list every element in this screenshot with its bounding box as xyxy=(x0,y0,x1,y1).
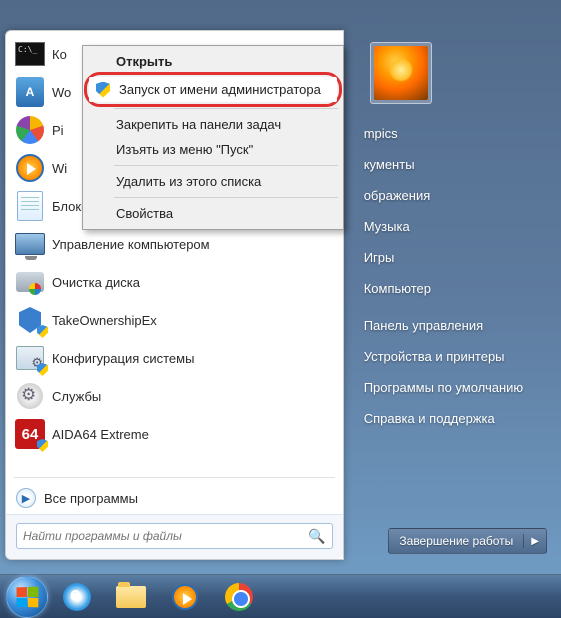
uac-shield-icon xyxy=(95,82,111,98)
uac-shield-icon xyxy=(37,363,48,376)
divider xyxy=(14,477,335,478)
right-item-documents[interactable]: кументы xyxy=(358,149,543,180)
aida64-icon: 64 xyxy=(14,418,46,450)
program-label: Wi xyxy=(52,161,67,176)
word-icon: A xyxy=(14,76,46,108)
media-player-icon xyxy=(14,152,46,184)
context-menu: Открыть Запуск от имени администратора З… xyxy=(82,45,344,230)
taskbar xyxy=(0,574,561,618)
all-programs-label: Все программы xyxy=(44,491,138,506)
context-separator xyxy=(114,165,338,166)
program-item-computer-management[interactable]: Управление компьютером xyxy=(8,225,341,263)
context-separator xyxy=(114,197,338,198)
chrome-icon xyxy=(225,583,253,611)
context-item-remove-from-start[interactable]: Изъять из меню "Пуск" xyxy=(86,137,340,162)
program-item-services[interactable]: Службы xyxy=(8,377,341,415)
context-label: Изъять из меню "Пуск" xyxy=(116,142,253,157)
context-item-run-as-admin[interactable]: Запуск от имени администратора xyxy=(89,77,337,102)
msconfig-icon xyxy=(14,342,46,374)
computer-management-icon xyxy=(14,228,46,260)
program-label: TakeOwnershipEx xyxy=(52,313,157,328)
taskbar-item-ie[interactable] xyxy=(52,579,102,615)
takeownership-icon xyxy=(14,304,46,336)
context-label: Открыть xyxy=(116,54,172,69)
right-item-music[interactable]: Музыка xyxy=(358,211,543,242)
program-item-msconfig[interactable]: Конфигурация системы xyxy=(8,339,341,377)
windows-logo-icon xyxy=(17,586,39,607)
taskbar-item-explorer[interactable] xyxy=(106,579,156,615)
notepad-icon xyxy=(14,190,46,222)
taskbar-item-media-player[interactable] xyxy=(160,579,210,615)
all-programs-button[interactable]: ▶ Все программы xyxy=(6,482,343,514)
shutdown-label[interactable]: Завершение работы xyxy=(389,534,524,548)
context-item-pin-taskbar[interactable]: Закрепить на панели задач xyxy=(86,112,340,137)
program-label: AIDA64 Extreme xyxy=(52,427,149,442)
uac-shield-icon xyxy=(37,439,48,452)
program-label: Wo xyxy=(52,85,71,100)
right-item[interactable]: mpics xyxy=(358,118,543,149)
taskbar-item-chrome[interactable] xyxy=(214,579,264,615)
right-item-control-panel[interactable]: Панель управления xyxy=(358,310,543,341)
disk-cleanup-icon xyxy=(14,266,46,298)
search-box[interactable]: 🔍 xyxy=(16,523,333,549)
right-item-games[interactable]: Игры xyxy=(358,242,543,273)
folder-icon xyxy=(116,586,146,608)
start-button[interactable] xyxy=(6,576,48,618)
context-item-remove-from-list[interactable]: Удалить из этого списка xyxy=(86,169,340,194)
user-picture-icon xyxy=(374,46,428,100)
context-label: Запуск от имени администратора xyxy=(119,82,321,97)
context-label: Закрепить на панели задач xyxy=(116,117,281,132)
uac-shield-icon xyxy=(37,325,48,338)
program-item-takeownership[interactable]: TakeOwnershipEx xyxy=(8,301,341,339)
media-player-icon xyxy=(172,584,198,610)
ie-icon xyxy=(63,583,91,611)
shutdown-button[interactable]: Завершение работы ▶ xyxy=(388,528,547,554)
cmd-icon xyxy=(14,38,46,70)
arrow-right-icon: ▶ xyxy=(16,488,36,508)
picasa-icon xyxy=(14,114,46,146)
user-picture-frame[interactable] xyxy=(370,42,432,104)
program-label: Очистка диска xyxy=(52,275,140,290)
search-row: 🔍 xyxy=(6,514,343,559)
program-item-aida64[interactable]: 64 AIDA64 Extreme xyxy=(8,415,341,453)
right-item-computer[interactable]: Компьютер xyxy=(358,273,543,304)
services-icon xyxy=(14,380,46,412)
search-input[interactable] xyxy=(23,529,308,543)
program-label: Управление компьютером xyxy=(52,237,210,252)
context-separator xyxy=(114,108,338,109)
annotation-highlight: Запуск от имени администратора xyxy=(84,72,342,107)
start-menu-right-panel: mpics кументы ображения Музыка Игры Комп… xyxy=(344,30,543,560)
shutdown-options-arrow-icon[interactable]: ▶ xyxy=(524,536,546,547)
right-item-devices-printers[interactable]: Устройства и принтеры xyxy=(358,341,543,372)
program-item-disk-cleanup[interactable]: Очистка диска xyxy=(8,263,341,301)
context-label: Свойства xyxy=(116,206,173,221)
context-item-properties[interactable]: Свойства xyxy=(86,201,340,226)
right-item-default-programs[interactable]: Программы по умолчанию xyxy=(358,372,543,403)
search-icon[interactable]: 🔍 xyxy=(308,528,325,545)
program-label: Конфигурация системы xyxy=(52,351,194,366)
program-label: Ко xyxy=(52,47,67,62)
context-label: Удалить из этого списка xyxy=(116,174,261,189)
program-label: Pi xyxy=(52,123,64,138)
context-item-open[interactable]: Открыть xyxy=(86,49,340,74)
program-label: Службы xyxy=(52,389,101,404)
right-item-pictures[interactable]: ображения xyxy=(358,180,543,211)
right-item-help[interactable]: Справка и поддержка xyxy=(358,403,543,434)
